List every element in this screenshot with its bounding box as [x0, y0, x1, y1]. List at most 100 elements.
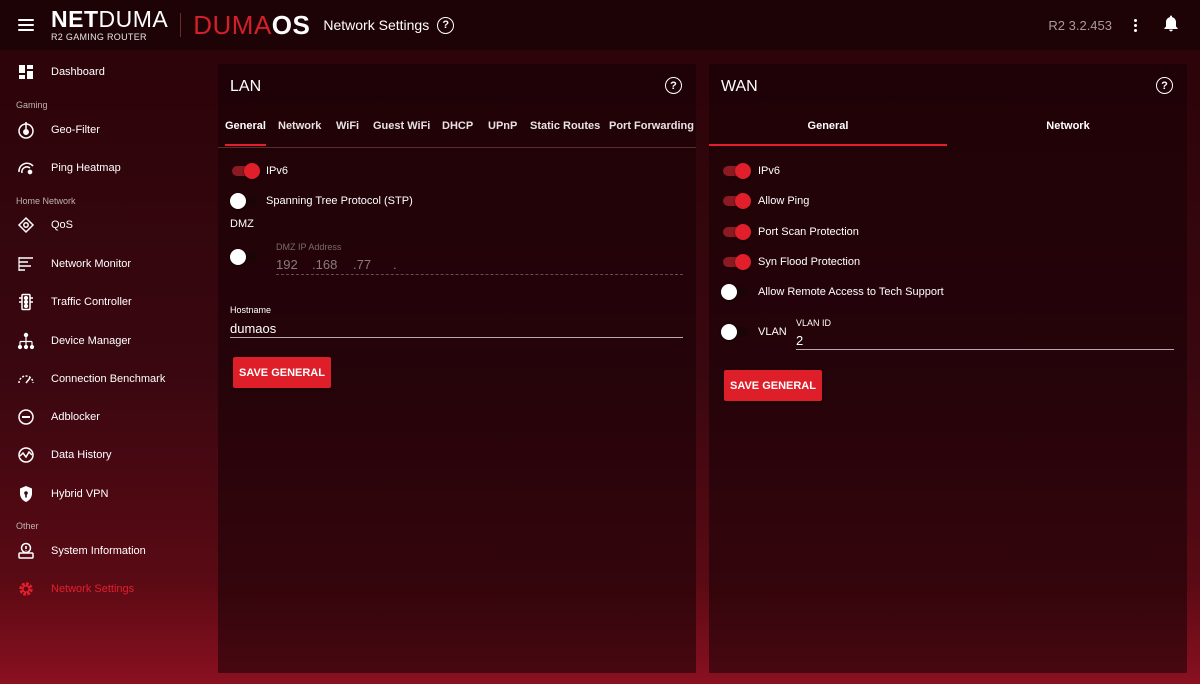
gear-icon	[17, 580, 35, 598]
stp-toggle[interactable]	[230, 193, 260, 209]
section-heading-gaming: Gaming	[16, 100, 48, 110]
tab-wan-network[interactable]: Network	[949, 116, 1187, 146]
dumaos-logo-os: OS	[271, 10, 311, 40]
lan-help-icon[interactable]: ?	[665, 77, 682, 94]
dmz-toggle[interactable]	[230, 249, 260, 265]
tab-guest-wifi[interactable]: Guest WiFi	[373, 116, 430, 146]
sidebar-item-label: Connection Benchmark	[51, 373, 166, 385]
vlan-id-input[interactable]	[796, 331, 1174, 350]
vlan-label: VLAN	[758, 326, 787, 338]
brand-name-light: DUMA	[98, 6, 169, 32]
allow-ping-toggle[interactable]	[721, 193, 751, 209]
dmz-octet-4: .	[393, 257, 397, 272]
network-monitor-icon	[17, 255, 35, 273]
qos-icon	[17, 216, 35, 234]
lan-ipv6-label: IPv6	[266, 165, 289, 177]
brand-subtitle: R2 GAMING ROUTER	[51, 32, 147, 42]
dmz-ip-input	[276, 274, 683, 275]
sidebar-item-label: Data History	[51, 449, 112, 461]
notifications-bell-icon[interactable]	[1163, 14, 1179, 37]
sidebar-item-traffic-controller[interactable]: Traffic Controller	[0, 284, 204, 320]
top-app-bar: NETDUMA R2 GAMING ROUTER DUMAOS Network …	[0, 0, 1200, 50]
dmz-octet-1: 192	[276, 257, 298, 272]
sidebar-item-label: Device Manager	[51, 335, 132, 347]
allow-ping-label: Allow Ping	[758, 195, 810, 207]
dmz-ip-label: DMZ IP Address	[276, 242, 342, 252]
data-history-icon	[17, 446, 35, 464]
sidebar-item-connection-benchmark[interactable]: Connection Benchmark	[0, 361, 204, 397]
tab-port-forwarding[interactable]: Port Forwarding	[609, 116, 694, 146]
sidebar-item-qos[interactable]: QoS	[0, 207, 204, 243]
tab-general[interactable]: General	[225, 116, 266, 146]
system-information-icon	[17, 542, 35, 560]
tab-upnp[interactable]: UPnP	[488, 116, 517, 146]
topbar-actions: R2 3.2.453	[1048, 14, 1200, 37]
sidebar-item-label: Adblocker	[51, 411, 100, 423]
ping-heatmap-icon	[17, 159, 35, 177]
sidebar-item-label: Network Settings	[51, 583, 135, 595]
sidebar-item-label: Ping Heatmap	[51, 162, 121, 174]
sidebar-item-network-monitor[interactable]: Network Monitor	[0, 246, 204, 282]
sidebar-item-network-settings[interactable]: Network Settings	[0, 571, 204, 607]
dumaos-logo-duma: DUMA	[193, 10, 272, 40]
port-scan-toggle[interactable]	[721, 224, 751, 240]
sidebar-item-label: Traffic Controller	[51, 296, 132, 308]
lan-panel: LAN ? General Network WiFi Guest WiFi DH…	[218, 64, 696, 673]
section-heading-other: Other	[16, 521, 39, 531]
page-title: Network Settings	[323, 17, 430, 33]
more-vert-icon[interactable]	[1134, 18, 1137, 32]
sidebar-item-data-history[interactable]: Data History	[0, 437, 204, 473]
stp-label: Spanning Tree Protocol (STP)	[266, 195, 413, 207]
sidebar-item-hybrid-vpn[interactable]: Hybrid VPN	[0, 476, 204, 512]
sidebar-item-label: Dashboard	[51, 66, 105, 78]
syn-flood-toggle[interactable]	[721, 254, 751, 270]
lan-panel-title: LAN	[230, 78, 262, 95]
section-heading-home-network: Home Network	[16, 196, 76, 206]
port-scan-label: Port Scan Protection	[758, 226, 859, 238]
wan-ipv6-toggle[interactable]	[721, 163, 751, 179]
sidebar-item-device-manager[interactable]: Device Manager	[0, 323, 204, 359]
lan-ipv6-toggle[interactable]	[230, 163, 260, 179]
hostname-input[interactable]	[230, 319, 683, 338]
wan-save-general-button[interactable]: SAVE GENERAL	[724, 370, 822, 401]
tab-wan-general[interactable]: General	[709, 116, 947, 146]
sidebar-item-dashboard[interactable]: Dashboard	[0, 54, 204, 90]
lan-save-general-button[interactable]: SAVE GENERAL	[233, 357, 331, 388]
help-icon[interactable]: ?	[437, 16, 455, 34]
shield-vpn-icon	[17, 485, 35, 503]
netduma-logo[interactable]: NETDUMA R2 GAMING ROUTER	[51, 8, 168, 42]
remote-access-toggle[interactable]	[721, 284, 751, 300]
wan-tab-bar: General Network	[709, 116, 1187, 148]
hostname-label: Hostname	[230, 305, 272, 315]
tab-network[interactable]: Network	[278, 116, 321, 146]
device-manager-icon	[17, 332, 35, 350]
dumaos-logo: DUMAOS	[193, 12, 310, 38]
tab-static-routes[interactable]: Static Routes	[530, 116, 600, 146]
wan-panel: WAN ? General Network IPv6 Allow Ping Po…	[709, 64, 1187, 673]
brand-divider	[180, 13, 182, 37]
sidebar-item-label: Network Monitor	[51, 258, 132, 270]
adblocker-icon	[17, 408, 35, 426]
firmware-version: R2 3.2.453	[1048, 17, 1112, 33]
sidebar-nav: Dashboard Gaming Geo-Filter Ping Heatmap…	[0, 50, 204, 684]
dmz-octet-3: .77	[353, 257, 372, 272]
tab-dhcp[interactable]: DHCP	[442, 116, 473, 146]
vlan-toggle[interactable]	[721, 324, 751, 340]
dmz-octet-2: .168	[312, 257, 338, 272]
traffic-controller-icon	[17, 293, 35, 311]
wan-panel-title: WAN	[721, 78, 758, 95]
sidebar-item-ping-heatmap[interactable]: Ping Heatmap	[0, 150, 204, 186]
dashboard-icon	[17, 63, 35, 81]
brand-name-bold: NET	[51, 6, 99, 32]
sidebar-item-adblocker[interactable]: Adblocker	[0, 399, 204, 435]
sidebar-item-label: Geo-Filter	[51, 124, 100, 136]
sidebar-item-geo-filter[interactable]: Geo-Filter	[0, 112, 204, 148]
wan-ipv6-label: IPv6	[758, 165, 781, 177]
wan-help-icon[interactable]: ?	[1156, 77, 1173, 94]
brand-name: NETDUMA	[51, 8, 168, 31]
vlan-id-label: VLAN ID	[796, 318, 832, 328]
menu-icon[interactable]	[18, 19, 34, 31]
remote-access-label: Allow Remote Access to Tech Support	[758, 286, 944, 298]
tab-wifi[interactable]: WiFi	[336, 116, 359, 146]
sidebar-item-system-information[interactable]: System Information	[0, 533, 204, 569]
